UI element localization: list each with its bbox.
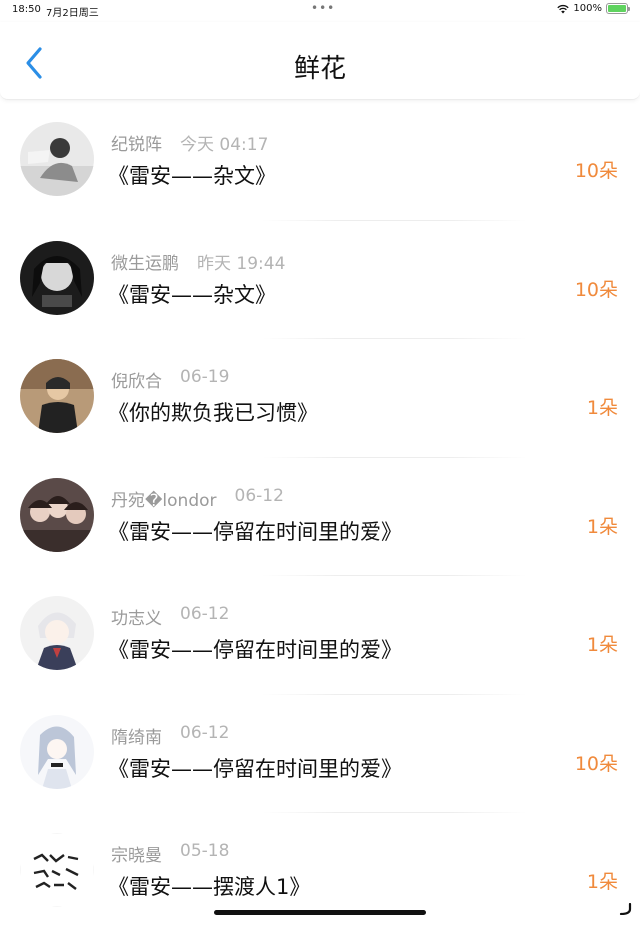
avatar[interactable]	[20, 241, 94, 315]
sender-name: 隋绮南	[111, 723, 162, 748]
status-bar: 18:50 7月2日周三 ••• 100%	[0, 0, 640, 20]
list-item[interactable]: 纪锐阵 今天 04:17 《雷安——杂文》 10朵	[0, 102, 640, 221]
sender-name: 丹宛�londor	[111, 486, 217, 511]
battery-percent: 100%	[573, 3, 602, 14]
avatar[interactable]	[20, 715, 94, 789]
list-item[interactable]: 功志义 06-12 《雷安——停留在时间里的爱》 1朵	[0, 576, 640, 695]
avatar[interactable]	[20, 122, 94, 196]
status-time: 18:50	[12, 4, 41, 15]
home-indicator[interactable]	[214, 910, 426, 915]
sender-name: 倪欣合	[111, 367, 162, 392]
avatar[interactable]	[20, 359, 94, 433]
navigation-bar: 鲜花	[0, 22, 640, 100]
send-time: 06-12	[235, 486, 284, 511]
flower-count: 1朵	[587, 512, 618, 539]
send-time: 06-12	[180, 723, 229, 748]
item-meta: 功志义 06-12	[111, 604, 229, 629]
flower-count: 1朵	[587, 393, 618, 420]
send-time: 05-18	[180, 841, 229, 866]
avatar[interactable]	[20, 596, 94, 670]
flower-count: 1朵	[587, 630, 618, 657]
flower-count: 1朵	[587, 867, 618, 894]
send-time: 06-19	[180, 367, 229, 392]
book-title: 《你的欺负我已习惯》	[108, 397, 318, 427]
multitasking-dots-icon[interactable]: •••	[311, 1, 335, 15]
flower-count: 10朵	[575, 275, 618, 302]
avatar[interactable]	[20, 833, 94, 907]
item-meta: 倪欣合 06-19	[111, 367, 229, 392]
avatar[interactable]	[20, 478, 94, 552]
book-title: 《雷安——停留在时间里的爱》	[108, 516, 402, 546]
wifi-icon	[557, 4, 569, 14]
list-item[interactable]: 隋绮南 06-12 《雷安——停留在时间里的爱》 10朵	[0, 695, 640, 814]
sender-name: 功志义	[111, 604, 162, 629]
status-right: 100%	[557, 3, 628, 14]
flower-list: 纪锐阵 今天 04:17 《雷安——杂文》 10朵 微生运鹏 昨天 19:44 …	[0, 102, 640, 932]
book-title: 《雷安——停留在时间里的爱》	[108, 753, 402, 783]
sender-name: 微生运鹏	[111, 249, 179, 274]
list-item[interactable]: 丹宛�londor 06-12 《雷安——停留在时间里的爱》 1朵	[0, 458, 640, 577]
book-title: 《雷安——杂文》	[108, 279, 276, 309]
flower-count: 10朵	[575, 156, 618, 183]
book-title: 《雷安——摆渡人1》	[108, 871, 310, 901]
item-meta: 丹宛�londor 06-12	[111, 486, 284, 511]
item-meta: 纪锐阵 今天 04:17	[111, 130, 268, 155]
send-time: 06-12	[180, 604, 229, 629]
corner-hook-icon	[618, 903, 632, 915]
battery-icon	[606, 3, 628, 14]
list-item[interactable]: 倪欣合 06-19 《你的欺负我已习惯》 1朵	[0, 339, 640, 458]
sender-name: 纪锐阵	[111, 130, 162, 155]
flower-count: 10朵	[575, 749, 618, 776]
page-title: 鲜花	[0, 48, 640, 85]
send-time: 昨天 19:44	[197, 249, 285, 274]
item-meta: 微生运鹏 昨天 19:44	[111, 249, 285, 274]
book-title: 《雷安——停留在时间里的爱》	[108, 634, 402, 664]
item-meta: 宗晓曼 05-18	[111, 841, 229, 866]
item-meta: 隋绮南 06-12	[111, 723, 229, 748]
status-date: 7月2日周三	[46, 4, 99, 19]
send-time: 今天 04:17	[180, 130, 268, 155]
list-item[interactable]: 微生运鹏 昨天 19:44 《雷安——杂文》 10朵	[0, 221, 640, 340]
sender-name: 宗晓曼	[111, 841, 162, 866]
book-title: 《雷安——杂文》	[108, 160, 276, 190]
